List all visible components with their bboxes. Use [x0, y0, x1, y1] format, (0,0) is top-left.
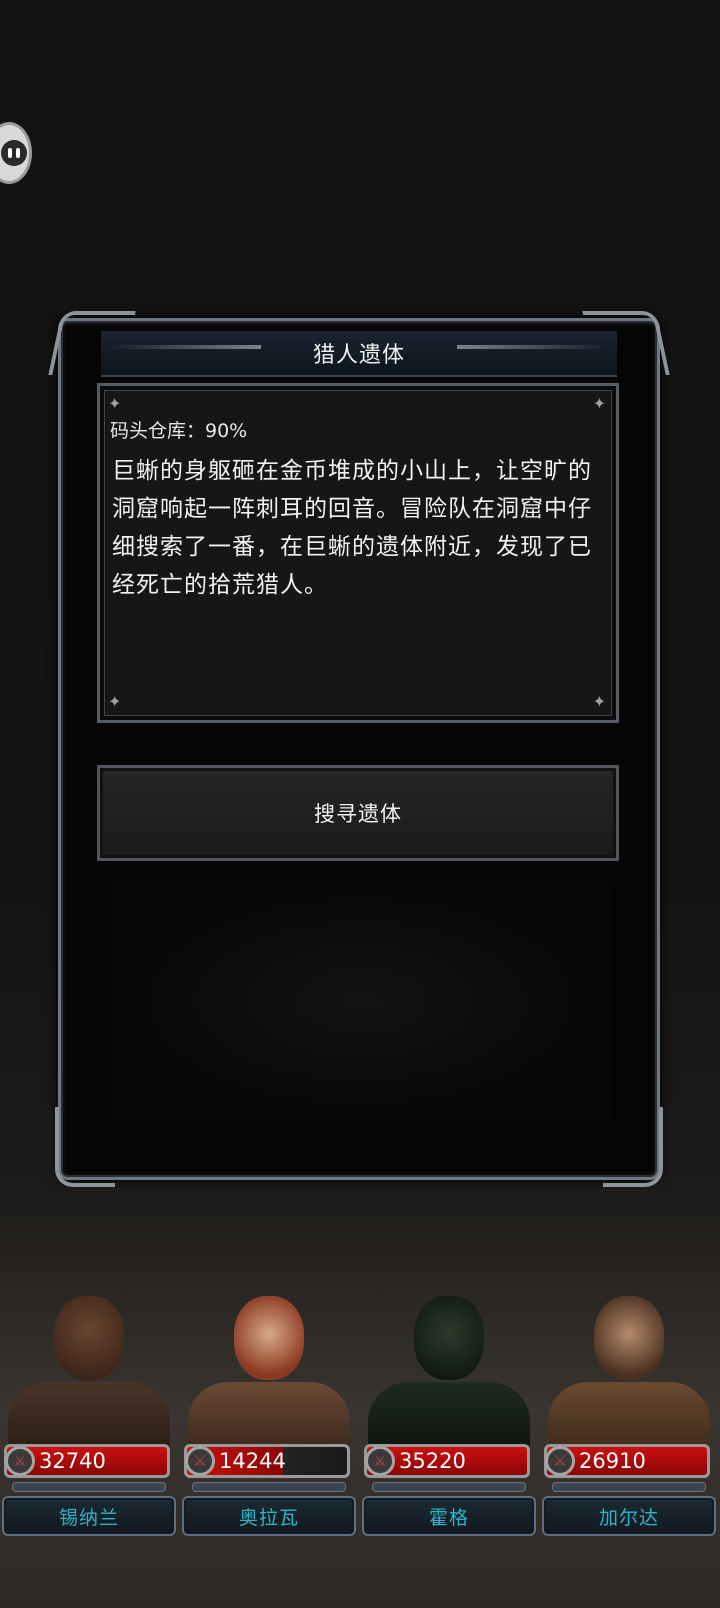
- hp-bar: ⚔ 35220: [364, 1444, 530, 1478]
- hero-card[interactable]: ⚔ 26910 加尔达: [540, 1276, 718, 1536]
- xp-bar: [552, 1482, 706, 1492]
- hero-name[interactable]: 加尔达: [542, 1496, 716, 1536]
- hero-card[interactable]: ⚔ 14244 奥拉瓦: [180, 1276, 358, 1536]
- hp-bar: ⚔ 32740: [4, 1444, 170, 1478]
- story-text: 巨蜥的身躯砸在金币堆成的小山上，让空旷的洞窟响起一阵刺耳的回音。冒险队在洞窟中仔…: [112, 458, 592, 598]
- hp-value: 35220: [399, 1449, 466, 1473]
- hero-name[interactable]: 霍格: [362, 1496, 536, 1536]
- xp-bar: [192, 1482, 346, 1492]
- hero-portrait: [188, 1276, 350, 1452]
- search-remains-button[interactable]: 搜寻遗体: [97, 765, 619, 861]
- frame-ornament: [55, 1107, 115, 1187]
- sparkle-icon: ✦: [592, 394, 606, 413]
- event-dialog: 猎人遗体 ✦ ✦ ✦ ✦ 码头仓库：90% 巨蜥的身躯砸在金币堆成的小山上，让空…: [55, 318, 663, 1187]
- dialog-title-bar: 猎人遗体: [101, 331, 617, 377]
- xp-bar: [12, 1482, 166, 1492]
- sword-icon: ⚔: [5, 1446, 35, 1476]
- hero-portrait: [8, 1276, 170, 1452]
- sword-icon: ⚔: [365, 1446, 395, 1476]
- title-ornament: [111, 345, 261, 349]
- hero-name[interactable]: 锡纳兰: [2, 1496, 176, 1536]
- hp-value: 26910: [579, 1449, 646, 1473]
- hero-card[interactable]: ⚔ 32740 锡纳兰: [0, 1276, 178, 1536]
- hp-bar: ⚔ 14244: [184, 1444, 350, 1478]
- hp-value: 14244: [219, 1449, 286, 1473]
- sparkle-icon: ✦: [108, 692, 122, 711]
- hero-card[interactable]: ⚔ 35220 霍格: [360, 1276, 538, 1536]
- title-ornament: [457, 345, 607, 349]
- hero-name[interactable]: 奥拉瓦: [182, 1496, 356, 1536]
- hp-bar: ⚔ 26910: [544, 1444, 710, 1478]
- location-progress: 码头仓库：90%: [110, 420, 248, 442]
- floating-chat-button[interactable]: [0, 122, 32, 184]
- dialog-background-texture: [111, 881, 611, 1121]
- hero-portrait: [548, 1276, 710, 1452]
- sword-icon: ⚔: [185, 1446, 215, 1476]
- hero-portrait: [368, 1276, 530, 1452]
- sparkle-icon: ✦: [108, 394, 122, 413]
- dialog-title: 猎人遗体: [312, 343, 405, 368]
- frame-ornament: [603, 1107, 663, 1187]
- chat-bubble-icon: [1, 140, 27, 166]
- sword-icon: ⚔: [545, 1446, 575, 1476]
- hp-value: 32740: [39, 1449, 106, 1473]
- story-panel: ✦ ✦ ✦ ✦ 码头仓库：90% 巨蜥的身躯砸在金币堆成的小山上，让空旷的洞窟响…: [97, 383, 619, 723]
- sparkle-icon: ✦: [592, 692, 606, 711]
- xp-bar: [372, 1482, 526, 1492]
